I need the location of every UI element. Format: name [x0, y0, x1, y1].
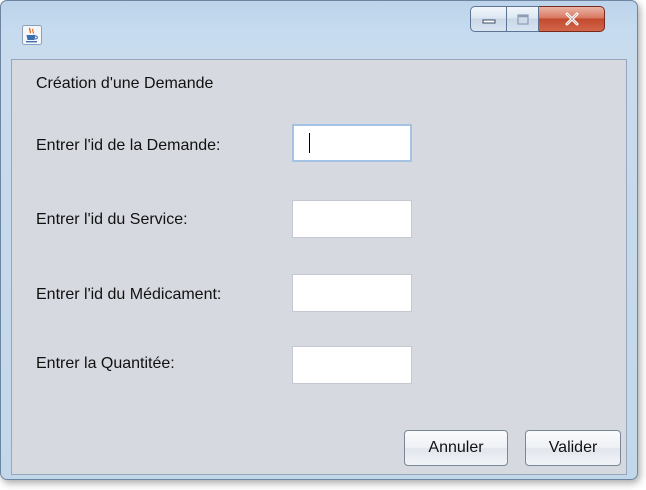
medicament-id-input[interactable] [292, 274, 412, 312]
close-button[interactable] [539, 6, 605, 32]
cancel-button[interactable]: Annuler [404, 430, 508, 466]
demande-id-label: Entrer l'id de la Demande: [36, 137, 221, 154]
form-heading: Création d'une Demande [36, 75, 214, 92]
quantite-input[interactable] [292, 346, 412, 384]
quantite-label: Entrer la Quantitée: [36, 355, 175, 372]
close-icon [565, 12, 578, 26]
maximize-button[interactable] [507, 6, 539, 32]
submit-button[interactable]: Valider [525, 430, 621, 466]
title-bar[interactable] [1, 1, 637, 59]
dialog-window: Création d'une Demande Entrer l'id de la… [0, 0, 638, 480]
java-cup-icon [22, 25, 42, 45]
medicament-id-label: Entrer l'id du Médicament: [36, 286, 222, 303]
maximize-icon [516, 13, 529, 25]
minimize-button[interactable] [470, 6, 507, 32]
form-panel: Création d'une Demande Entrer l'id de la… [11, 59, 627, 475]
service-id-label: Entrer l'id du Service: [36, 211, 188, 228]
demande-id-input[interactable] [292, 124, 412, 162]
minimize-icon [482, 19, 495, 24]
text-caret [309, 133, 310, 153]
service-id-input[interactable] [292, 200, 412, 238]
window-controls [470, 6, 605, 34]
